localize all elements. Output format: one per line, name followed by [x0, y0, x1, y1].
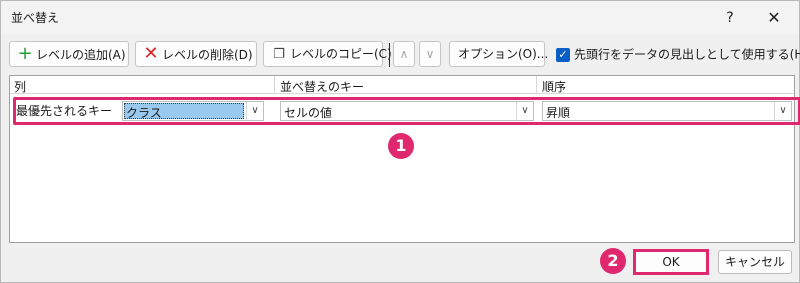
help-icon[interactable]: ? [713, 5, 747, 31]
copy-icon: ❐ [273, 47, 285, 62]
row-highlight-box [13, 97, 800, 125]
header-divider [274, 76, 275, 94]
delete-level-button[interactable]: ✕ レベルの削除(D) [135, 41, 257, 67]
ok-button[interactable]: OK [633, 249, 709, 275]
sort-dialog: 並べ替え ? ✕ + レベルの追加(A) ✕ レベルの削除(D) ❐ レベルのコピー(… [0, 0, 800, 283]
step-badge-1: 1 [388, 133, 414, 159]
order-header: 順序 [542, 80, 567, 94]
title-bar: 並べ替え ? ✕ [1, 1, 799, 35]
add-level-button[interactable]: + レベルの追加(A) [9, 41, 129, 67]
plus-icon: + [17, 43, 33, 64]
chevron-up-icon: ∧ [399, 47, 409, 61]
toolbar-separator [389, 43, 390, 67]
move-down-button[interactable]: ∨ [419, 41, 441, 67]
copy-level-label: レベルのコピー(C) [290, 47, 392, 61]
header-checkbox-label: 先頭行をデータの見出しとして使用する(H) [574, 47, 800, 62]
toolbar: + レベルの追加(A) ✕ レベルの削除(D) ❐ レベルのコピー(C) ∧ ∨ オプ… [1, 41, 800, 69]
dialog-title: 並べ替え [11, 11, 60, 25]
sort-levels-grid: 列 並べ替えのキー 順序 最優先されるキー クラス ∨ セルの値 ∨ 昇順 ∨ [9, 75, 800, 243]
column-header: 列 [14, 80, 27, 94]
delete-level-label: レベルの削除(D) [162, 48, 253, 62]
options-button[interactable]: オプション(O)... [449, 41, 548, 67]
add-level-label: レベルの追加(A) [36, 48, 126, 62]
move-up-button[interactable]: ∧ [393, 41, 415, 67]
checkmark-icon[interactable]: ✓ [556, 47, 570, 62]
copy-level-button[interactable]: ❐ レベルのコピー(C) [263, 41, 392, 67]
header-checkbox[interactable]: ✓ 先頭行をデータの見出しとして使用する(H) [556, 46, 800, 64]
step-badge-2: 2 [600, 248, 626, 274]
grid-header: 列 並べ替えのキー 順序 [10, 76, 794, 94]
x-icon: ✕ [143, 43, 159, 64]
sort-on-header: 並べ替えのキー [280, 80, 365, 94]
close-icon[interactable]: ✕ [757, 5, 791, 31]
chevron-down-icon: ∨ [425, 47, 435, 61]
cancel-button[interactable]: キャンセル [718, 250, 792, 274]
header-divider [536, 76, 537, 94]
